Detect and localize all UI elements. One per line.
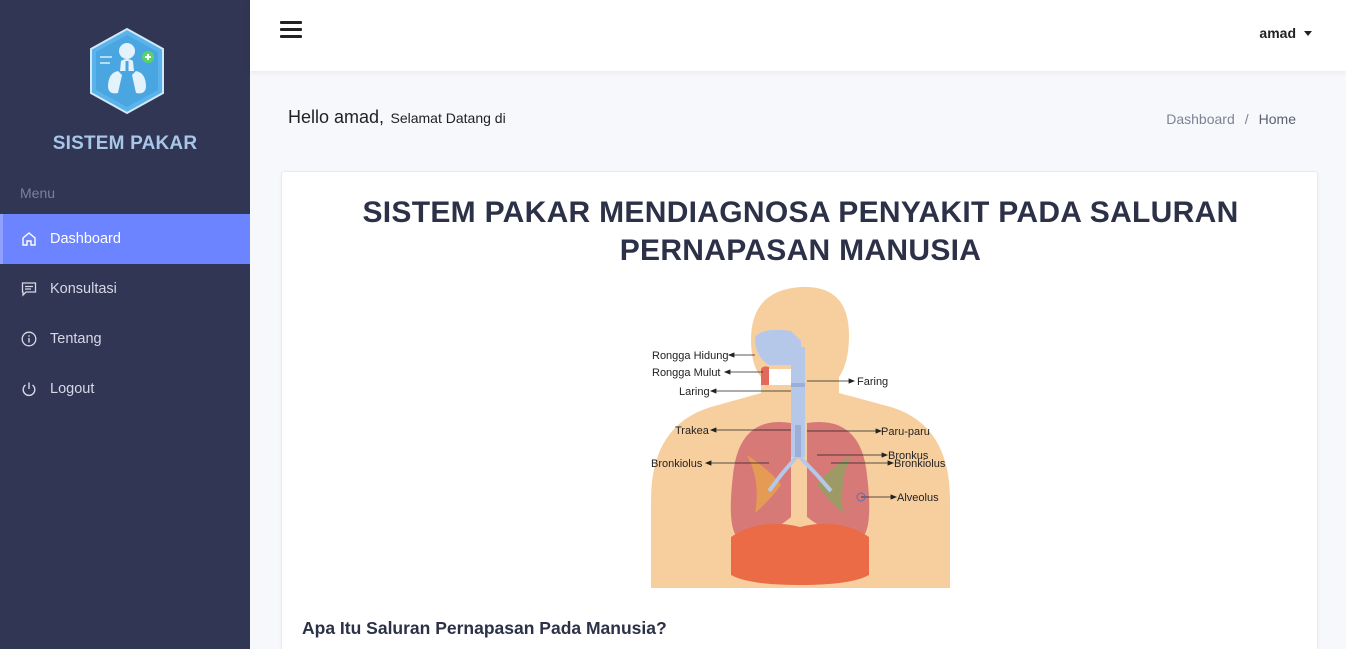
greeting-hello: Hello amad, <box>288 107 385 127</box>
label-trakea: Trakea <box>675 425 710 437</box>
menu-toggle-icon[interactable] <box>280 21 302 39</box>
sidebar-item-tentang[interactable]: Tentang <box>0 314 250 364</box>
breadcrumb-home: Home <box>1258 111 1296 127</box>
sidebar-item-konsultasi[interactable]: Konsultasi <box>0 264 250 314</box>
sidebar-nav: Dashboard Konsultasi Tentang Logout <box>0 214 250 414</box>
greeting-welcome: Selamat Datang di <box>390 110 506 126</box>
brand-name: SISTEM PAKAR <box>52 133 198 154</box>
label-alveolus: Alveolus <box>897 492 939 504</box>
info-icon <box>20 330 38 348</box>
lungs-logo-icon <box>90 27 164 115</box>
breadcrumb-dashboard[interactable]: Dashboard <box>1166 111 1235 127</box>
user-dropdown[interactable]: amad <box>1259 25 1312 41</box>
respiratory-system-illustration: Rongga Hidung Rongga Mulut Laring Trakea… <box>651 285 950 588</box>
topbar: amad <box>250 0 1346 71</box>
label-bronkiolus-right: Bronkiolus <box>894 458 946 470</box>
sidebar-item-label: Tentang <box>50 331 102 347</box>
username: amad <box>1259 25 1296 41</box>
caret-down-icon <box>1304 30 1312 36</box>
section-heading: Apa Itu Saluran Pernapasan Pada Manusia? <box>302 618 667 638</box>
label-faring: Faring <box>857 376 888 388</box>
label-bronkiolus-left: Bronkiolus <box>651 458 703 470</box>
power-icon <box>20 380 38 398</box>
home-icon <box>20 230 38 248</box>
app-logo[interactable] <box>88 27 166 115</box>
sidebar-item-logout[interactable]: Logout <box>0 364 250 414</box>
sidebar: SISTEM PAKAR Menu Dashboard Konsultasi T… <box>0 0 250 649</box>
greeting: Hello amad, Selamat Datang di <box>288 107 506 128</box>
label-rongga-mulut: Rongga Mulut <box>652 367 721 379</box>
label-paru-paru: Paru-paru <box>881 426 930 438</box>
page-title: SISTEM PAKAR MENDIAGNOSA PENYAKIT PADA S… <box>362 196 1239 267</box>
sidebar-item-label: Logout <box>50 381 95 397</box>
main-card: SISTEM PAKAR MENDIAGNOSA PENYAKIT PADA S… <box>281 171 1318 649</box>
chat-icon <box>20 280 38 298</box>
label-laring: Laring <box>679 386 710 398</box>
sidebar-item-label: Dashboard <box>50 231 121 247</box>
breadcrumb: Dashboard / Home <box>1166 111 1296 127</box>
respiratory-diagram: Rongga Hidung Rongga Mulut Laring Trakea… <box>651 286 950 588</box>
breadcrumb-separator: / <box>1244 111 1249 127</box>
menu-heading: Menu <box>20 185 56 201</box>
sidebar-item-label: Konsultasi <box>50 281 117 297</box>
sidebar-item-dashboard[interactable]: Dashboard <box>0 214 250 264</box>
label-rongga-hidung: Rongga Hidung <box>652 350 728 362</box>
